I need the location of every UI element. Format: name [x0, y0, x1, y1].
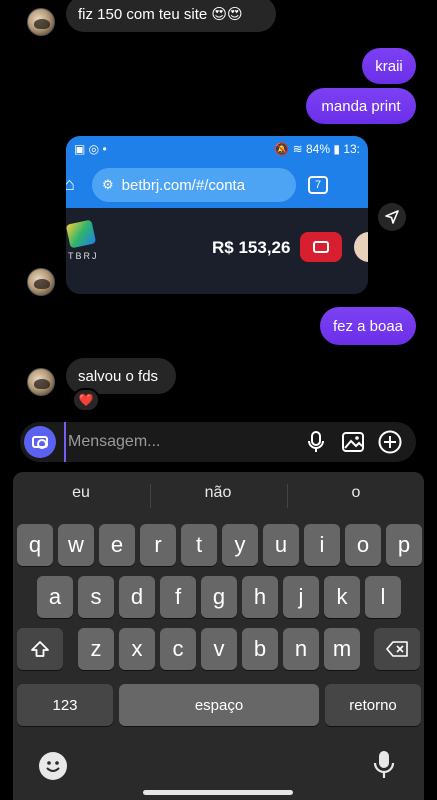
key-r[interactable]: r [140, 524, 176, 566]
emoji-icon[interactable] [39, 752, 67, 780]
site-settings-icon: ⚙ [102, 177, 114, 192]
key-y[interactable]: y [222, 524, 258, 566]
key-c[interactable]: c [160, 628, 196, 670]
avatar[interactable] [27, 8, 55, 36]
key-h[interactable]: h [242, 576, 278, 618]
share-icon[interactable] [378, 203, 406, 231]
space-key[interactable]: espaço [119, 684, 319, 726]
avatar[interactable] [27, 368, 55, 396]
key-o[interactable]: o [345, 524, 381, 566]
image-browser-bar: ⌂ ⚙ betbrj.com/#/conta 7 ⋮ [66, 162, 368, 208]
shift-icon [31, 641, 49, 657]
message-text: salvou o fds [78, 367, 159, 385]
image-url-bar: ⚙ betbrj.com/#/conta [92, 168, 296, 202]
key-g[interactable]: g [201, 576, 237, 618]
keyboard: eu não o q w e r t y u i o p a s d f g h… [13, 472, 424, 800]
battery-icon: ▮ [333, 142, 340, 156]
suggestion-2[interactable]: não [190, 484, 246, 502]
home-indicator[interactable] [143, 790, 293, 795]
image-status-bar: ▣ ◎ • 🔕 ≋ 84% ▮ 13: [66, 136, 368, 162]
dictation-icon[interactable] [373, 750, 395, 780]
image-status-right: 🔕 ≋ 84% ▮ 13: [274, 142, 360, 156]
message-text: manda print [321, 97, 401, 115]
message-input[interactable]: Mensagem... [64, 422, 284, 462]
image-site-content: TBRJ R$ 153,26 [66, 208, 368, 294]
tab-count: 7 [308, 176, 328, 194]
user-avatar [354, 232, 368, 262]
divider [150, 484, 151, 508]
key-q[interactable]: q [17, 524, 53, 566]
key-w[interactable]: w [58, 524, 94, 566]
message-composer: Mensagem... [20, 422, 416, 462]
return-key[interactable]: retorno [325, 684, 421, 726]
message-outgoing[interactable]: manda print [306, 88, 416, 124]
message-text: kraii [375, 57, 403, 75]
suggestion-1[interactable]: eu [53, 484, 109, 502]
wallet-icon [300, 232, 342, 262]
message-incoming[interactable]: fiz 150 com teu site 😍😍 [66, 0, 276, 32]
key-d[interactable]: d [119, 576, 155, 618]
numbers-key[interactable]: 123 [17, 684, 113, 726]
key-s[interactable]: s [78, 576, 114, 618]
backspace-key[interactable] [374, 628, 420, 670]
shared-image[interactable]: ▣ ◎ • 🔕 ≋ 84% ▮ 13: ⌂ ⚙ betbrj.com/#/con… [66, 136, 368, 294]
key-b[interactable]: b [242, 628, 278, 670]
message-outgoing[interactable]: kraii [362, 48, 416, 84]
shift-key[interactable] [17, 628, 63, 670]
mute-icon: 🔕 [274, 142, 290, 156]
key-n[interactable]: n [283, 628, 319, 670]
divider [287, 484, 288, 508]
key-i[interactable]: i [304, 524, 340, 566]
suggestion-3[interactable]: o [328, 484, 384, 502]
avatar[interactable] [27, 268, 55, 296]
message-outgoing[interactable]: fez a boaa [320, 307, 416, 345]
message-text: fiz 150 com teu site 😍😍 [78, 6, 243, 23]
add-icon[interactable] [378, 430, 402, 454]
key-m[interactable]: m [324, 628, 360, 670]
key-a[interactable]: a [37, 576, 73, 618]
message-text: fez a boaa [332, 317, 404, 335]
wifi-icon: ≋ [292, 142, 303, 156]
home-icon: ⌂ [66, 174, 75, 194]
image-status-icons: ▣ ◎ • [74, 142, 107, 156]
camera-button[interactable] [24, 426, 56, 458]
key-l[interactable]: l [365, 576, 401, 618]
key-u[interactable]: u [263, 524, 299, 566]
backspace-icon [386, 641, 408, 657]
more-icon: ⋮ [360, 167, 368, 185]
key-p[interactable]: p [386, 524, 422, 566]
key-v[interactable]: v [201, 628, 237, 670]
balance-amount: R$ 153,26 [212, 238, 291, 257]
site-logo: TBRJ [66, 219, 102, 266]
microphone-icon[interactable] [306, 431, 326, 453]
key-j[interactable]: j [283, 576, 319, 618]
key-k[interactable]: k [324, 576, 360, 618]
key-z[interactable]: z [78, 628, 114, 670]
reaction-heart[interactable]: ❤️ [72, 388, 100, 412]
key-t[interactable]: t [181, 524, 217, 566]
key-f[interactable]: f [160, 576, 196, 618]
key-x[interactable]: x [119, 628, 155, 670]
gallery-icon[interactable] [342, 432, 364, 452]
key-e[interactable]: e [99, 524, 135, 566]
camera-icon [32, 436, 48, 449]
